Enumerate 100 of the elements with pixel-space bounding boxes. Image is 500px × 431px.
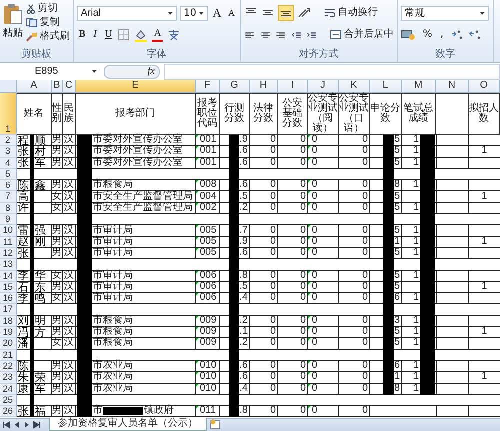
grow-font-button[interactable]: A	[210, 7, 224, 19]
orientation-icon[interactable]	[297, 7, 313, 19]
table-cell: 009	[199, 316, 220, 328]
table-cell: 0	[250, 338, 278, 350]
previous-sheet-icon[interactable]	[13, 420, 21, 429]
error-indicator-icon	[196, 316, 199, 319]
row-number[interactable]: 8	[0, 202, 17, 214]
row-number[interactable]: 7	[0, 191, 17, 203]
formula-input-field[interactable]	[164, 64, 500, 80]
row-number[interactable]: 15	[0, 282, 17, 294]
shrink-font-button[interactable]: A	[226, 7, 237, 19]
decrease-decimal-icon[interactable]	[468, 29, 482, 41]
row-number[interactable]: 2	[0, 135, 17, 146]
decrease-indent-icon[interactable]	[290, 29, 302, 41]
row-number[interactable]: 20	[0, 338, 17, 350]
insert-function-button[interactable]: fx	[148, 66, 155, 78]
name-box[interactable]: E895	[0, 64, 100, 78]
redaction-bar	[103, 407, 143, 416]
align-right-icon[interactable]	[275, 29, 287, 41]
paste-button[interactable]: 粘贴	[3, 2, 23, 62]
align-bottom-button[interactable]	[278, 5, 294, 21]
format-painter-button[interactable]: 格式刷	[26, 31, 70, 43]
row-number[interactable]: 6	[0, 180, 17, 192]
column-header[interactable]: A	[17, 80, 52, 93]
table-cell: 张	[17, 406, 30, 418]
column-header[interactable]: M	[402, 80, 436, 93]
italic-button[interactable]: I	[92, 29, 100, 41]
row-number[interactable]: 16	[0, 293, 17, 304]
table-cell-text: 1	[412, 360, 420, 372]
row-number[interactable]: 19	[0, 327, 17, 338]
row-number[interactable]: 26	[0, 406, 17, 418]
row-number[interactable]: 5	[0, 168, 17, 180]
increase-decimal-icon[interactable]	[450, 29, 464, 41]
table-cell: 0	[311, 372, 339, 384]
table-cell: 0	[250, 327, 278, 338]
percent-button[interactable]: %	[421, 29, 435, 41]
first-sheet-icon[interactable]	[3, 420, 11, 429]
borders-icon[interactable]	[118, 29, 130, 41]
font-size-dropdown[interactable]: 10	[180, 6, 208, 20]
font-color-button[interactable]: A	[152, 28, 164, 42]
phonetic-guide-icon[interactable]	[167, 29, 182, 41]
column-header[interactable]: B	[52, 80, 63, 93]
column-header[interactable]: N	[436, 80, 469, 93]
row-number[interactable]: 14	[0, 270, 17, 282]
table-cell: 赵	[17, 236, 30, 248]
row-number[interactable]: 11	[0, 236, 17, 248]
column-header[interactable]: F	[196, 80, 220, 93]
copy-button[interactable]: 复制	[26, 17, 70, 29]
table-cell: 男	[52, 225, 63, 237]
number-format-dropdown[interactable]: 常规	[401, 6, 489, 20]
column-title: 法律分数	[250, 93, 278, 135]
row-number[interactable]: 3	[0, 146, 17, 158]
currency-icon[interactable]	[401, 29, 417, 41]
new-sheet-icon[interactable]	[209, 419, 223, 430]
cut-button[interactable]: 剪切	[26, 3, 70, 15]
column-header[interactable]: G	[220, 80, 250, 93]
align-center-icon[interactable]	[260, 29, 272, 41]
column-header[interactable]: I	[278, 80, 308, 93]
fill-color-icon[interactable]	[134, 28, 148, 42]
row-number[interactable]: 9	[0, 214, 17, 226]
table-cell: 011	[199, 406, 220, 418]
column-header[interactable]: O	[469, 80, 500, 93]
column-header[interactable]: L	[370, 80, 402, 93]
last-sheet-icon[interactable]	[33, 420, 41, 429]
column-header[interactable]: C	[63, 80, 76, 93]
row-number[interactable]: 10	[0, 225, 17, 237]
row-number[interactable]: 24	[0, 384, 17, 395]
column-header[interactable]: K	[339, 80, 370, 93]
table-cell: 0	[250, 135, 278, 146]
table-cell: 男	[52, 135, 63, 146]
row-number[interactable]: 4	[0, 158, 17, 169]
wrap-text-button[interactable]: 自动换行	[324, 7, 378, 19]
bold-button[interactable]: B	[77, 29, 88, 41]
next-sheet-icon[interactable]	[23, 420, 31, 429]
row-number[interactable]: 13	[0, 259, 17, 271]
row-number[interactable]: 17	[0, 304, 17, 316]
row-number[interactable]: 18	[0, 316, 17, 328]
sheet-tab[interactable]: 参加资格复审人员名单（公示）	[49, 418, 207, 431]
row-number[interactable]: 21	[0, 350, 17, 361]
copy-icon	[26, 18, 38, 28]
align-left-icon[interactable]	[244, 29, 256, 41]
table-cell-text: 1	[412, 248, 420, 260]
row-number[interactable]: 1	[0, 93, 17, 135]
row-number[interactable]: 22	[0, 360, 17, 372]
error-indicator-icon	[308, 146, 311, 150]
column-header[interactable]: J	[308, 80, 339, 93]
caret-icon	[198, 12, 204, 14]
font-name-dropdown[interactable]: Arial	[77, 6, 177, 20]
column-header[interactable]: E	[76, 80, 196, 93]
table-cell: 0	[311, 406, 339, 418]
column-header[interactable]: H	[250, 80, 278, 93]
comma-button[interactable]: ,	[438, 29, 446, 41]
underline-button[interactable]: U	[103, 29, 114, 41]
increase-indent-icon[interactable]	[306, 29, 318, 41]
row-number[interactable]: 23	[0, 372, 17, 384]
row-number[interactable]: 12	[0, 248, 17, 260]
row-number[interactable]: 25	[0, 394, 17, 406]
merge-center-button[interactable]: 合并后居中	[330, 29, 394, 41]
table-cell-text: 1	[412, 372, 420, 384]
table-cell: 冯	[17, 327, 30, 338]
